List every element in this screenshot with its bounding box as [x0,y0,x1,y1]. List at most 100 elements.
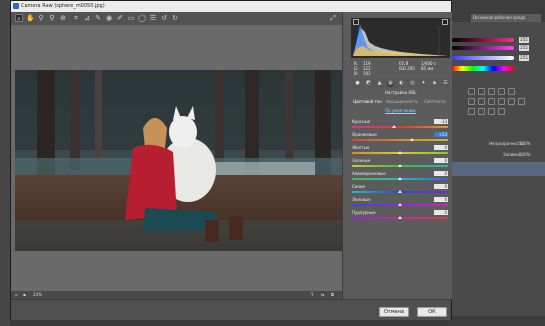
zoom-out-icon[interactable]: ▫ [15,292,18,297]
slider-row[interactable]: Оранжевые +23 [352,132,450,142]
slider-value-input[interactable]: -13 [434,119,448,124]
zoom-tool-icon[interactable]: ⌕ [15,14,23,23]
blue-channel-value[interactable]: 255 [519,55,529,61]
rotate-left-icon[interactable]: ↺ [160,14,168,22]
ok-button[interactable]: ОК [417,307,447,317]
background-layer[interactable] [452,162,545,176]
before-after-icon[interactable]: Y [311,292,313,297]
tab-basic-icon[interactable]: ● [354,80,361,87]
photo-preview[interactable] [15,70,342,251]
tab-tone-curve-icon[interactable]: ◩ [365,80,372,87]
adjustment-hsl-icon[interactable] [468,98,475,105]
focal-length: 85 мм [421,66,434,71]
slider-thumb[interactable] [398,164,402,167]
zoom-in-icon[interactable]: ▪ [23,292,26,297]
fill-value[interactable]: 100% [519,152,530,157]
fullscreen-toggle-icon[interactable]: ⤢ [329,14,337,22]
slider-row[interactable]: Аквамариновые 0 [352,171,450,181]
adjustment-levels-icon[interactable] [478,88,485,95]
tab-hsl-icon[interactable]: ▦ [387,80,394,87]
slider-value-input[interactable]: 0 [434,184,448,189]
adjustment-mixer-icon[interactable] [508,98,515,105]
red-channel-slider[interactable] [452,38,514,42]
subtab-saturation[interactable]: Насыщенность [384,97,420,106]
spectrum-bar[interactable] [452,66,514,71]
tab-detail-icon[interactable]: ▲ [376,80,383,87]
slider-value-input[interactable]: 0 [434,171,448,176]
slider-thumb[interactable] [398,177,402,180]
slider-value-input[interactable]: 0 [434,158,448,163]
color-sampler-tool-icon[interactable]: ⚲ [48,14,56,22]
subtab-hue[interactable]: Цветовой тон [351,97,384,106]
white-balance-tool-icon[interactable]: ⚲ [37,14,45,22]
blue-channel-slider[interactable] [452,56,514,60]
slider-value-input[interactable]: 0 [434,145,448,150]
targeted-adjustment-tool-icon[interactable]: ⊕ [59,14,67,22]
shadow-clipping-icon[interactable] [353,19,359,25]
slider-thumb[interactable] [398,151,402,154]
slider-row[interactable]: Желтые 0 [352,145,450,155]
slider-row[interactable]: Красные -13 [352,119,450,129]
b-label: B: [354,71,359,76]
slider-thumb[interactable] [392,125,397,128]
green-channel-slider[interactable] [452,46,514,50]
swap-view-icon[interactable]: ⇆ [321,292,324,297]
adjustment-exposure-icon[interactable] [498,88,505,95]
adjustment-brush-tool-icon[interactable]: ✐ [116,14,124,22]
slider-track[interactable] [352,126,448,128]
slider-thumb[interactable] [398,203,402,206]
slider-thumb[interactable] [409,138,414,141]
adjustment-balance-icon[interactable] [478,98,485,105]
graduated-filter-tool-icon[interactable]: ▭ [127,14,135,22]
adjustment-bw-icon[interactable] [488,98,495,105]
red-eye-tool-icon[interactable]: ◉ [105,14,113,22]
slider-row[interactable]: Синие 0 [352,184,450,194]
adjustment-invert-icon[interactable] [468,108,475,115]
hsl-subtabs: Цветовой тон Насыщенность Светлость [351,97,450,106]
opacity-value[interactable]: 100% [519,141,530,146]
red-channel-value[interactable]: 255 [519,37,529,43]
adjustment-vibrance-icon[interactable] [508,88,515,95]
highlight-clipping-icon[interactable] [442,19,448,25]
straighten-tool-icon[interactable]: ⊿ [83,14,91,22]
subtab-luminance[interactable]: Светлость [420,97,450,106]
slider-value-input[interactable]: 0 [434,210,448,215]
cancel-button[interactable]: Отмена [379,307,409,317]
slider-row[interactable]: Пурпурные 0 [352,210,450,220]
slider-label: Синие [352,184,366,189]
adjustment-photo-filter-icon[interactable] [498,98,505,105]
adjustment-gradient-map-icon[interactable] [498,108,505,115]
adjustment-posterize-icon[interactable] [478,108,485,115]
adjustment-threshold-icon[interactable] [488,108,495,115]
green-channel-value[interactable]: 255 [519,45,529,51]
layers-bottom-bar [448,316,545,326]
slider-row[interactable]: Зеленые 0 [352,158,450,168]
forest-photo [15,70,342,251]
preferences-tool-icon[interactable]: ☰ [149,14,157,22]
radial-filter-tool-icon[interactable]: ◯ [138,14,146,22]
slider-thumb[interactable] [398,216,402,219]
zoom-level[interactable]: 24% [33,292,42,297]
adjustment-curves-icon[interactable] [488,88,495,95]
hand-tool-icon[interactable]: ✋ [26,14,35,22]
tab-camera-calibration-icon[interactable]: ◈ [431,80,438,87]
default-link[interactable]: По умолчанию [351,108,450,113]
workspace-select[interactable]: Основная рабочая среда [471,14,541,22]
rotate-right-icon[interactable]: ↻ [171,14,179,22]
slider-row[interactable]: Лиловые 0 [352,197,450,207]
slider-value-input[interactable]: +23 [434,132,448,137]
adjustment-lookup-icon[interactable] [518,98,525,105]
tab-presets-icon[interactable]: ☰ [442,80,449,87]
slider-thumb[interactable] [398,190,402,193]
tab-split-toning-icon[interactable]: ◐ [398,80,405,87]
spot-removal-tool-icon[interactable]: ✎ [94,14,102,22]
slider-track[interactable] [352,139,448,141]
crop-tool-icon[interactable]: ⌗ [72,14,80,22]
copy-settings-icon[interactable]: ⧉ [331,292,334,297]
slider-value-input[interactable]: 0 [434,197,448,202]
tab-effects-icon[interactable]: ✦ [420,80,427,87]
adjustment-brightness-icon[interactable] [468,88,475,95]
tab-lens-icon[interactable]: ◎ [409,80,416,87]
camera-raw-title-bar: Camera Raw (sphere_m0050.jpg) [11,1,451,12]
image-preview-area[interactable] [11,25,342,292]
